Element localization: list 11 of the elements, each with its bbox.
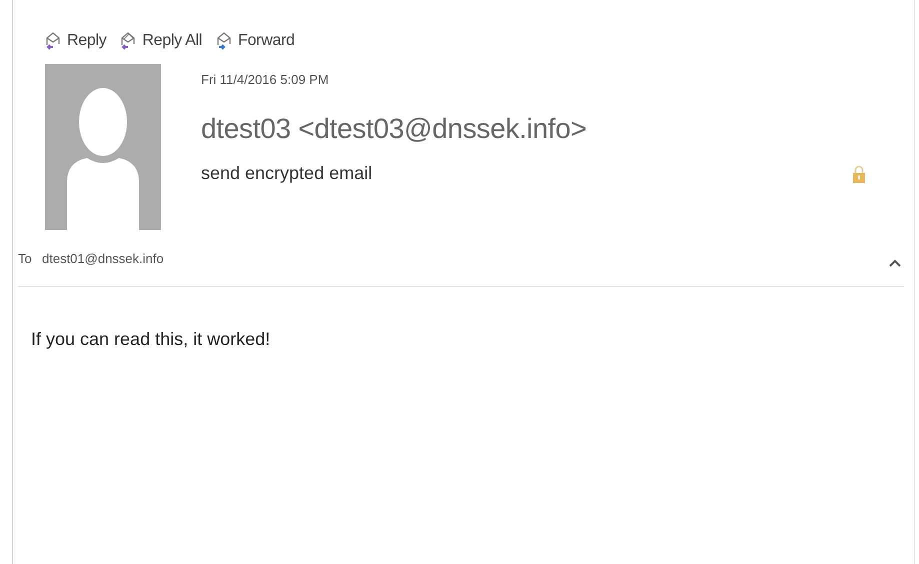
message-body: If you can read this, it worked!: [31, 329, 272, 350]
recipient-address: dtest01@dnssek.info: [42, 250, 165, 266]
sent-date: Fri 11/4/2016 5:09 PM: [201, 72, 330, 87]
collapse-chevron-icon[interactable]: [888, 258, 902, 268]
reply-all-button[interactable]: Reply All: [120, 31, 202, 51]
reply-button[interactable]: Reply: [45, 31, 106, 51]
avatar-icon: [45, 64, 161, 230]
to-label: To: [18, 250, 33, 266]
forward-button[interactable]: Forward: [216, 31, 295, 51]
subject-text: send encrypted email: [201, 163, 374, 184]
sender-name: dtest03 <dtest03@dnssek.info>: [201, 113, 588, 145]
